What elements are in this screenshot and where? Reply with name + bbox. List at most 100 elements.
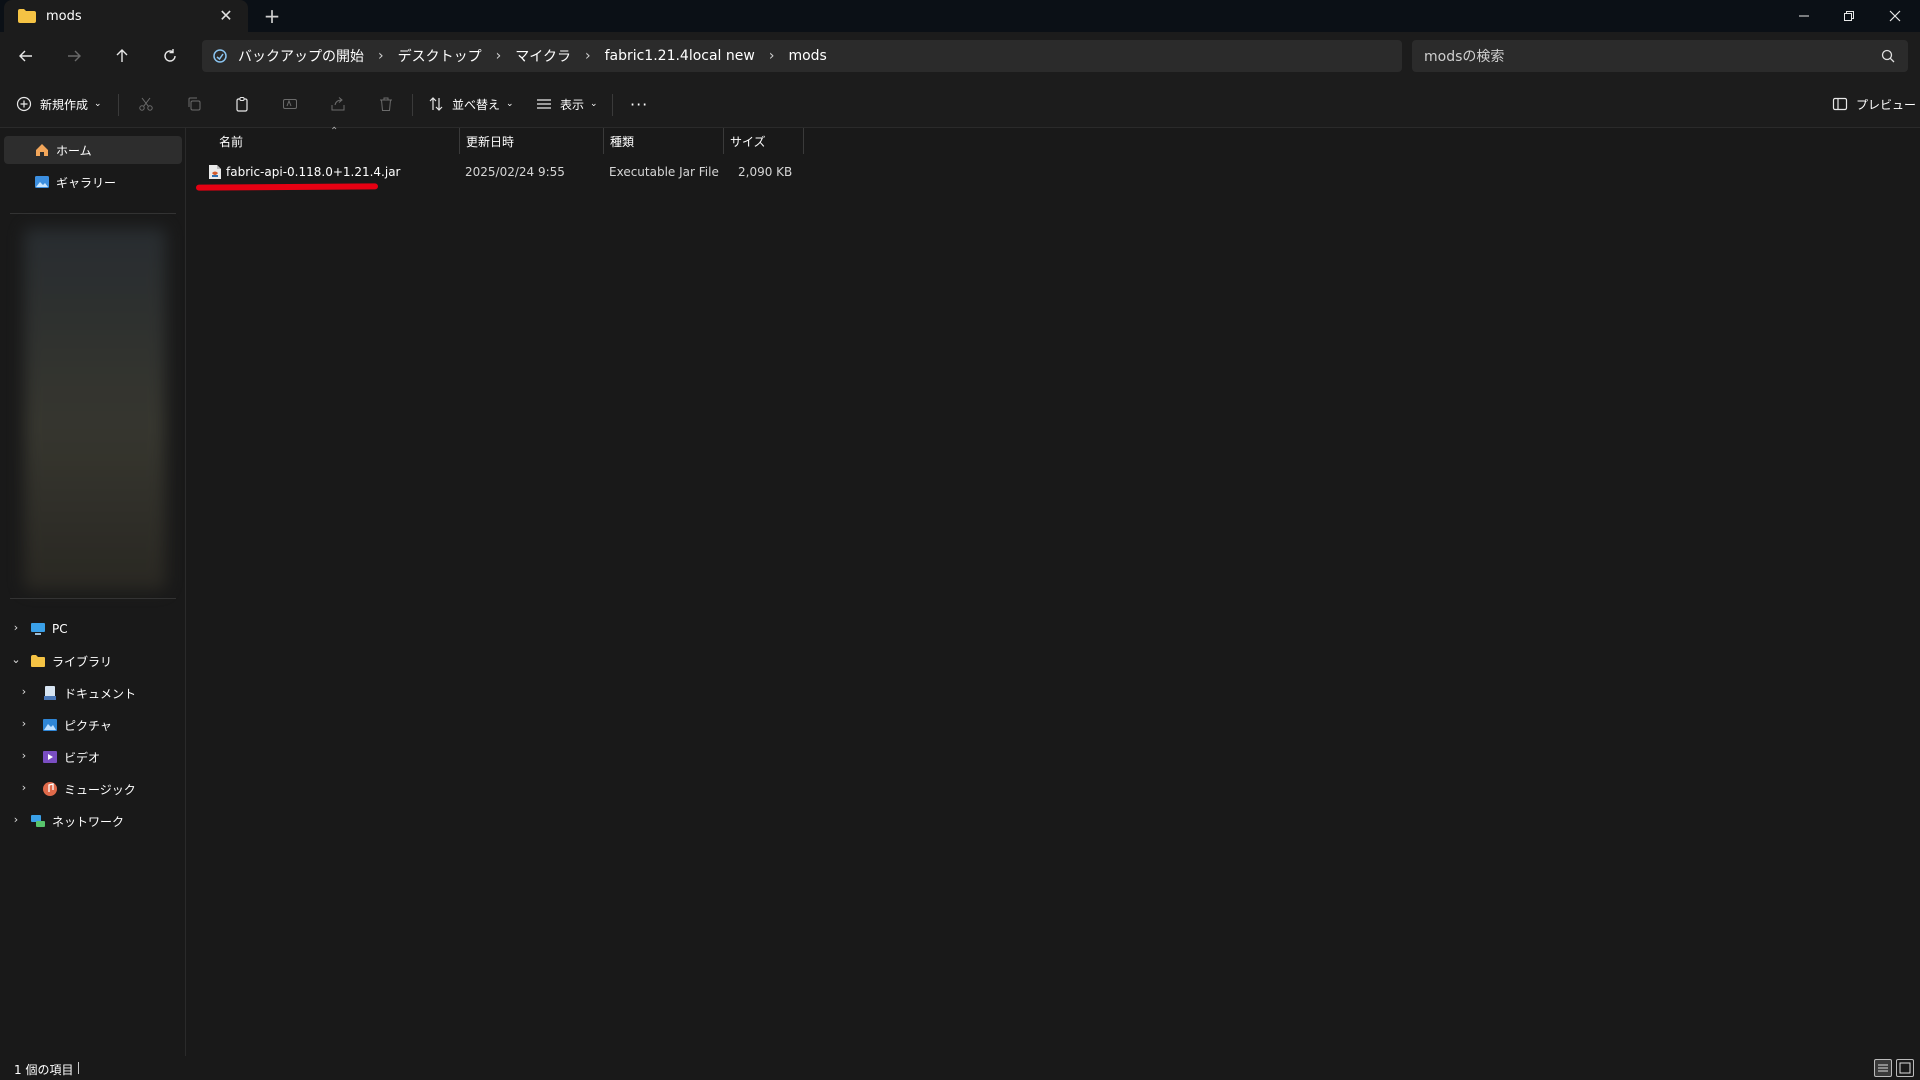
sidebar-item-label: ピクチャ [64,718,112,733]
blurred-pinned-items [24,228,166,590]
address-bar[interactable]: バックアップの開始 › デスクトップ › マイクラ › fabric1.21.4… [202,40,1402,72]
new-tab-button[interactable]: + [262,6,282,26]
navigation-bar: バックアップの開始 › デスクトップ › マイクラ › fabric1.21.4… [0,32,1920,80]
search-placeholder: modsの検索 [1424,49,1505,65]
tab-mods[interactable]: mods ✕ [4,0,248,32]
sidebar-item-home[interactable]: ホーム [4,136,182,164]
column-header-size[interactable]: サイズ [730,128,766,154]
refresh-button[interactable] [156,42,184,70]
minimize-icon [1799,15,1809,17]
sidebar-item-gallery[interactable]: ギャラリー [4,168,182,196]
breadcrumb-chevron-icon[interactable]: › [374,48,388,64]
breadcrumb-desktop[interactable]: デスクトップ [388,46,492,66]
forward-button[interactable] [60,42,88,70]
view-lines-icon [537,99,551,109]
file-type: Executable Jar File [609,165,719,179]
navigation-pane: ホーム ギャラリー › PC ⌄ ライブラリ › ドキュメント › ピクチャ ›… [0,128,186,1056]
column-divider[interactable] [459,128,460,154]
rename-icon [283,99,297,109]
back-button[interactable] [12,42,40,70]
new-button[interactable]: 新規作成 ⌄ [16,92,102,116]
breadcrumb-chevron-icon[interactable]: › [581,48,595,64]
sidebar-item-label: ホーム [56,143,92,158]
tiles-view-icon [1899,1062,1911,1074]
expand-chevron-icon[interactable]: › [18,685,30,698]
breadcrumb-mods[interactable]: mods [778,48,836,64]
restore-button[interactable] [1826,0,1872,32]
pictures-icon [43,719,57,731]
expand-chevron-icon[interactable]: › [18,749,30,762]
status-divider [78,1062,79,1074]
share-button[interactable] [330,92,346,116]
preview-button[interactable]: プレビュー [1832,92,1916,116]
breadcrumb-chevron-icon[interactable]: › [765,48,779,64]
chevron-down-icon: ⌄ [94,99,102,109]
breadcrumb-maikura[interactable]: マイクラ [505,46,581,66]
sidebar-item-videos[interactable]: ビデオ [42,743,100,771]
cut-button[interactable] [138,92,154,116]
pc-icon [31,623,45,635]
column-header-type[interactable]: 種類 [610,128,634,154]
column-divider[interactable] [803,128,804,154]
column-header-modified[interactable]: 更新日時 [466,128,514,154]
sort-button[interactable]: 並べ替え ⌄ [428,92,514,116]
view-button[interactable]: 表示 ⌄ [536,92,598,116]
sidebar-item-label: ドキュメント [64,686,137,701]
scissors-icon [139,97,153,111]
up-button[interactable] [108,42,136,70]
view-label: 表示 [560,97,585,112]
jar-file-icon [209,165,221,179]
expand-chevron-icon[interactable]: › [18,717,30,730]
rename-button[interactable] [282,92,298,116]
tab-title: mods [46,8,82,24]
sidebar-divider [10,598,176,599]
divider [412,94,413,116]
sidebar-item-documents[interactable]: ドキュメント [42,679,136,707]
item-count: 1 個の項目 [14,1063,74,1077]
plus-circle-icon [16,96,32,112]
tab-close-icon[interactable]: ✕ [218,8,234,24]
search-icon[interactable] [1880,48,1896,64]
more-options-button[interactable]: ··· [630,92,648,116]
file-list: ⌃ 名前 更新日時 種類 サイズ fabric-api-0.118.0+1.21… [187,126,1920,1056]
command-bar: 新規作成 ⌄ 並べ替え ⌄ 表示 ⌄ ··· プレビュー [0,80,1920,128]
videos-icon [43,751,57,763]
status-bar: 1 個の項目 [0,1056,1920,1080]
breadcrumb-fabric-folder[interactable]: fabric1.21.4local new [595,48,765,64]
documents-icon [44,686,56,700]
copy-button[interactable] [186,92,202,116]
delete-button[interactable] [378,92,394,116]
home-icon [36,144,48,156]
minimize-button[interactable] [1781,0,1827,32]
expand-chevron-icon[interactable]: › [10,813,22,826]
column-header-name[interactable]: 名前 [219,128,243,154]
details-view-button[interactable] [1874,1059,1892,1077]
sidebar-item-pictures[interactable]: ピクチャ [42,711,112,739]
sidebar-item-pc[interactable]: PC [30,615,68,643]
sidebar-divider [10,213,176,214]
sidebar-item-label: PC [52,622,68,636]
column-divider[interactable] [603,128,604,154]
paste-button[interactable] [234,92,250,116]
expand-chevron-icon[interactable]: › [10,621,22,634]
restore-icon [1844,11,1854,21]
sidebar-item-libraries[interactable]: ライブラリ [30,647,112,675]
breadcrumb-backup[interactable]: バックアップの開始 [228,46,374,66]
collapse-chevron-icon[interactable]: ⌄ [10,653,22,666]
folder-icon [31,655,45,667]
breadcrumb-chevron-icon[interactable]: › [492,48,506,64]
sidebar-item-network[interactable]: ネットワーク [30,807,124,835]
new-label: 新規作成 [40,97,89,112]
sidebar-item-label: ネットワーク [52,814,125,829]
search-input[interactable]: modsの検索 [1412,40,1908,72]
arrow-up-icon [116,49,128,62]
column-divider[interactable] [723,128,724,154]
file-modified: 2025/02/24 9:55 [465,165,565,179]
close-button[interactable] [1872,0,1918,32]
tiles-view-button[interactable] [1896,1059,1914,1077]
sort-label: 並べ替え [452,97,501,112]
table-row[interactable]: fabric-api-0.118.0+1.21.4.jar 2025/02/24… [199,161,999,183]
music-icon [43,782,57,796]
sidebar-item-music[interactable]: ミュージック [42,775,136,803]
expand-chevron-icon[interactable]: › [18,781,30,794]
